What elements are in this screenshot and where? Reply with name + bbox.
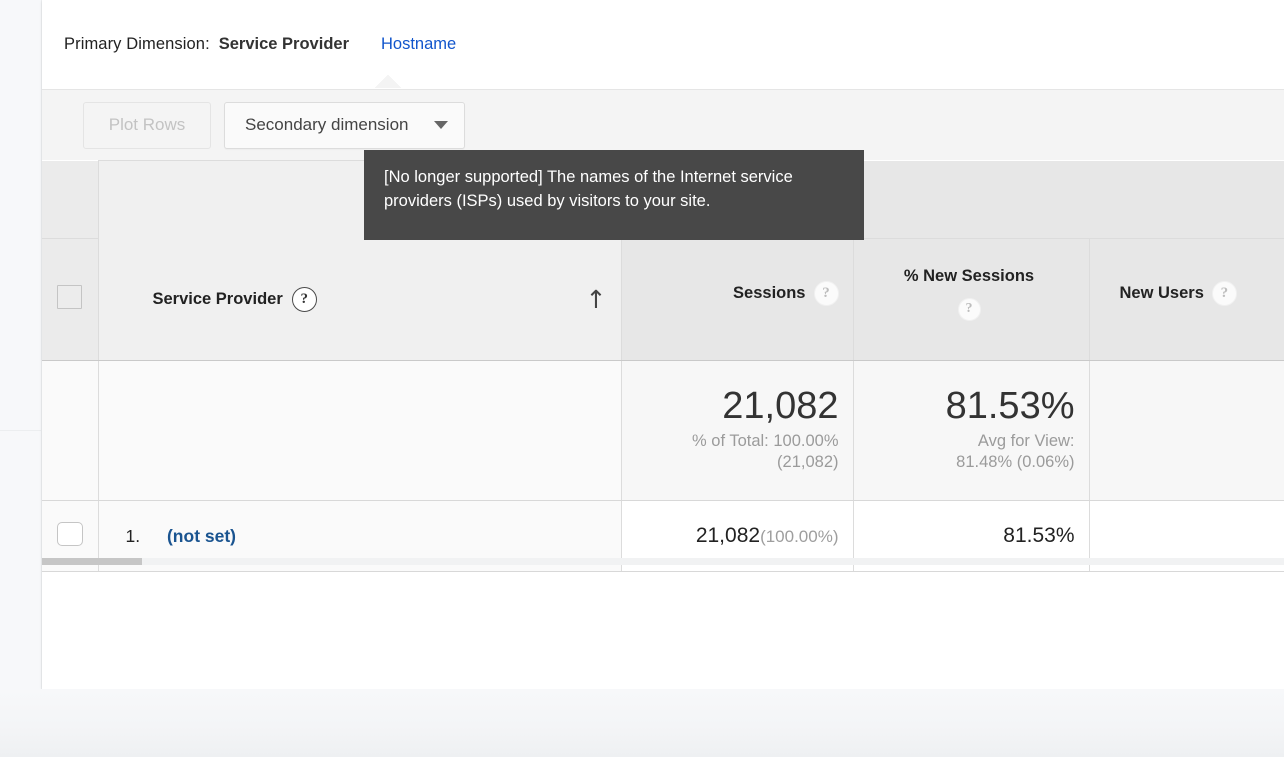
help-question-icon[interactable]: ? xyxy=(957,297,981,321)
secondary-dimension-label: Secondary dimension xyxy=(245,115,409,134)
column-header-pct-new-sessions[interactable]: % New Sessions ? xyxy=(853,238,1090,361)
summary-dimension-cell xyxy=(98,360,622,501)
column-header-new-users-label: New Users xyxy=(1119,284,1204,302)
column-header-service-provider[interactable]: Service Provider ? ↑ xyxy=(97,238,622,361)
row-sessions-pct: (100.00%) xyxy=(760,527,839,546)
column-header-sessions-label: Sessions xyxy=(733,284,806,302)
service-provider-tooltip: [No longer supported] The names of the I… xyxy=(364,150,864,240)
plot-rows-button[interactable]: Plot Rows xyxy=(83,101,211,149)
select-all-cell xyxy=(42,238,99,361)
primary-dimension-service-provider[interactable]: Service Provider xyxy=(219,35,349,54)
help-question-icon[interactable]: ? xyxy=(1211,281,1237,306)
summary-pct-new-sessions-detail-2: 81.48% (0.06%) xyxy=(956,453,1075,472)
row-index: 1. xyxy=(125,525,141,546)
summary-pct-new-sessions-cell: 81.53% Avg for View: 81.48% (0.06%) xyxy=(853,360,1090,501)
summary-new-users-cell: 17,188 % of Total: 100.06% (17,177) xyxy=(1089,360,1284,501)
summary-pct-new-sessions-value: 81.53% xyxy=(945,385,1075,428)
horizontal-scrollbar-thumb[interactable] xyxy=(42,558,142,565)
left-gutter xyxy=(0,0,42,689)
primary-dimension-caret-icon xyxy=(375,75,401,88)
column-header-new-users[interactable]: New Users ? xyxy=(1089,238,1284,361)
row-checkbox[interactable] xyxy=(56,521,83,546)
summary-sessions-value: 21,082 xyxy=(722,385,839,428)
analytics-report-page: Primary Dimension: Service Provider Host… xyxy=(0,0,1284,757)
row-sessions-value: 21,082 xyxy=(695,524,761,547)
table-column-header-row: Service Provider ? ↑ Sessions ? % New Se… xyxy=(42,238,1284,361)
select-all-checkbox[interactable] xyxy=(57,285,83,309)
primary-dimension-hostname[interactable]: Hostname xyxy=(381,35,456,54)
summary-pct-new-sessions-detail-1: Avg for View: xyxy=(977,432,1075,451)
group-header-blank xyxy=(42,160,99,239)
help-question-icon[interactable]: ? xyxy=(291,286,317,312)
summary-sessions-detail-2: (21,082) xyxy=(777,453,839,472)
column-header-sessions[interactable]: Sessions ? xyxy=(621,238,854,361)
summary-sessions-detail-1: % of Total: 100.00% xyxy=(692,432,839,451)
row-dimension-link[interactable]: (not set) xyxy=(167,526,236,546)
column-header-service-provider-label: Service Provider xyxy=(152,289,283,308)
sort-ascending-arrow-icon[interactable]: ↑ xyxy=(586,287,607,312)
primary-dimension-label: Primary Dimension: xyxy=(64,35,210,53)
row-pct-new-sessions-value: 81.53% xyxy=(1003,524,1075,547)
summary-sessions-cell: 21,082 % of Total: 100.00% (21,082) xyxy=(621,360,854,501)
column-header-pct-new-sessions-label: % New Sessions xyxy=(903,266,1035,285)
summary-checkbox-cell xyxy=(42,360,99,501)
primary-dimension-bar: Primary Dimension: Service Provider Host… xyxy=(42,0,1284,89)
summary-new-users-detail-1: % of Total: 100.06% xyxy=(1100,431,1284,452)
report-card: Primary Dimension: Service Provider Host… xyxy=(42,0,1284,689)
summary-new-users-value: 17,188 xyxy=(1100,387,1284,427)
table-summary-row: 21,082 % of Total: 100.00% (21,082) 81.5… xyxy=(42,360,1284,501)
gutter-rule-upper xyxy=(0,430,42,431)
plot-rows-label: Plot Rows xyxy=(108,115,186,134)
page-footer-area xyxy=(0,689,1284,757)
secondary-dimension-button[interactable]: Secondary dimension xyxy=(224,101,466,149)
chevron-down-icon xyxy=(434,121,449,129)
summary-new-users-detail-2: (17,177) xyxy=(1100,452,1284,473)
help-question-icon[interactable]: ? xyxy=(813,281,839,306)
horizontal-scrollbar-track[interactable] xyxy=(42,558,1284,565)
